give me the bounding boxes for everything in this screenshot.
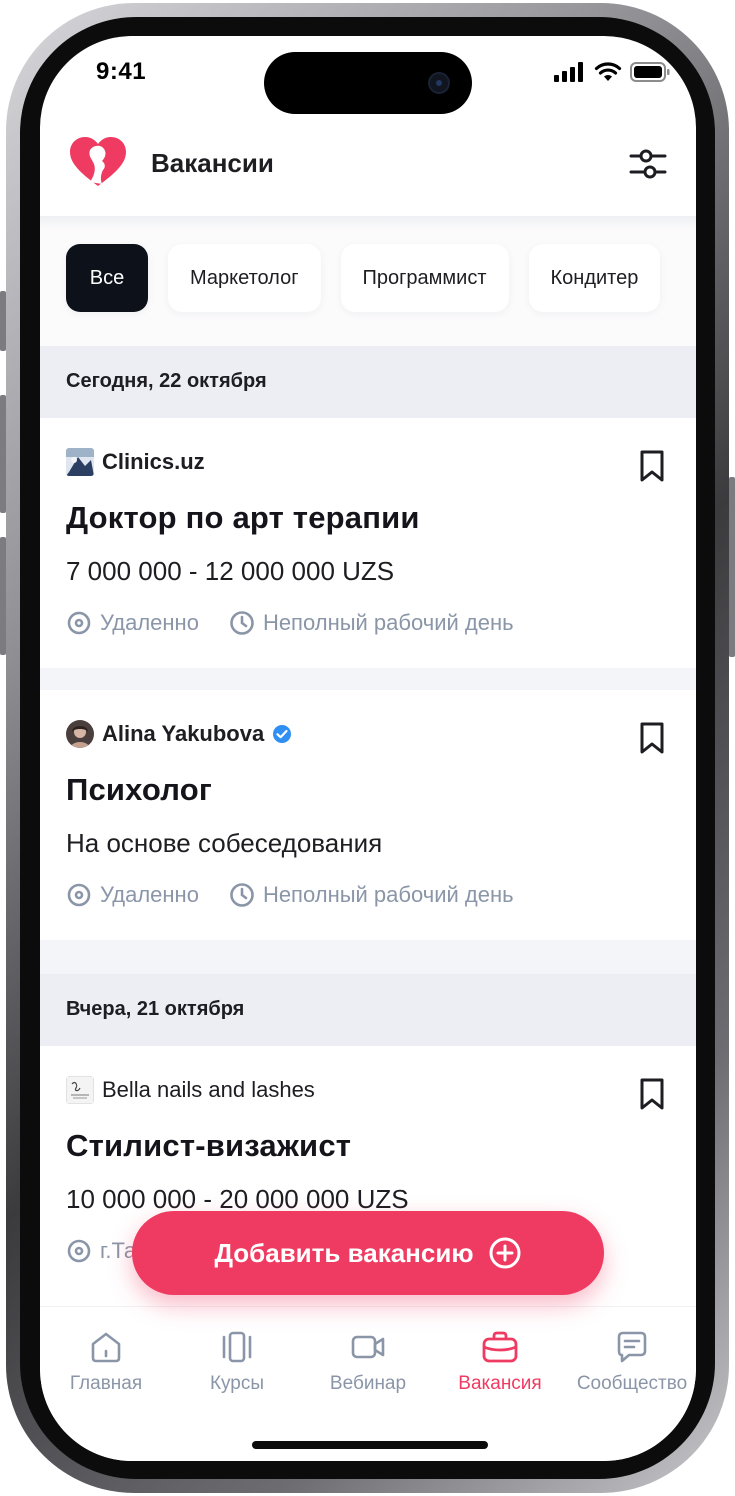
job-tags: г.Та (66, 1238, 136, 1264)
tab-label: Главная (69, 1373, 143, 1394)
company-row: Clinics.uz (66, 448, 205, 476)
company-logo-icon (66, 1076, 94, 1104)
schedule-label: Неполный рабочий день (262, 882, 514, 907)
brand-logo-icon (70, 137, 126, 186)
dynamic-island (264, 52, 472, 114)
location-icon (67, 1239, 91, 1263)
job-tags: Удаленно Неполный рабочий день (66, 882, 514, 908)
action-button (0, 291, 6, 351)
tab-courses[interactable]: Курсы (171, 1329, 303, 1395)
tab-community[interactable]: Сообщество (566, 1329, 696, 1395)
wifi-icon (594, 62, 622, 81)
add-vacancy-button[interactable]: Добавить вакансию (132, 1211, 604, 1295)
category-filter-bar: Все Маркетолог Программист Кондитер (40, 216, 696, 346)
verified-badge-icon (273, 725, 292, 743)
signal-icon (554, 62, 583, 82)
clock-icon (230, 883, 254, 907)
schedule-tag: Неполный рабочий день (229, 610, 514, 636)
screen: 9:41 Вакансии Все Маркетолог Программист… (40, 36, 696, 1461)
chip-confectioner[interactable]: Кондитер (528, 244, 661, 312)
add-vacancy-label: Добавить вакансию (214, 1237, 474, 1268)
power-button (729, 477, 735, 657)
volume-up-button (0, 395, 6, 513)
section-header-today: Сегодня, 22 октября (40, 346, 696, 418)
company-row: Bella nails and lashes (66, 1076, 315, 1104)
location-tag: г.Та (66, 1238, 136, 1264)
job-title: Стилист-визажист (66, 1128, 352, 1163)
company-logo-icon (66, 448, 94, 476)
tab-label: Курсы (209, 1373, 265, 1394)
tab-vacancy[interactable]: Вакансия (434, 1329, 566, 1395)
video-icon (351, 1335, 385, 1359)
chip-marketer[interactable]: Маркетолог (168, 244, 321, 312)
bookmark-icon[interactable] (636, 448, 668, 484)
avatar (66, 720, 94, 748)
header-shadow (40, 216, 696, 230)
job-card[interactable]: Alina Yakubova Психолог На основе собесе… (40, 690, 696, 940)
volume-down-button (0, 537, 6, 655)
location-label: Удаленно (100, 882, 199, 907)
card-divider (40, 668, 696, 690)
location-label: Удаленно (100, 610, 199, 635)
bookmark-icon[interactable] (636, 720, 668, 756)
section-date: Вчера, 21 октября (66, 998, 245, 1020)
job-title: Доктор по арт терапии (66, 500, 420, 535)
courses-icon (222, 1331, 252, 1363)
status-bar: 9:41 (40, 36, 696, 116)
schedule-tag: Неполный рабочий день (229, 882, 514, 908)
company-name: Clinics.uz (102, 449, 205, 474)
tab-home[interactable]: Главная (40, 1329, 172, 1395)
tab-label: Вебинар (329, 1373, 407, 1394)
company-name: Alina Yakubova (102, 721, 265, 746)
location-tag: Удаленно (66, 882, 199, 908)
camera-icon (428, 72, 450, 94)
job-tags: Удаленно Неполный рабочий день (66, 610, 514, 636)
section-date: Сегодня, 22 октября (66, 370, 267, 392)
tab-webinar[interactable]: Вебинар (302, 1329, 434, 1395)
job-card[interactable]: Clinics.uz Доктор по арт терапии 7 000 0… (40, 418, 696, 668)
job-salary: На основе собеседования (66, 828, 383, 858)
chat-icon (617, 1331, 647, 1363)
tab-label: Сообщество (576, 1373, 688, 1394)
bookmark-icon[interactable] (636, 1076, 668, 1112)
clock-icon (230, 611, 254, 635)
briefcase-icon (482, 1331, 518, 1363)
company-name: Bella nails and lashes (102, 1077, 315, 1102)
page-title: Вакансии (151, 148, 274, 178)
location-icon (67, 611, 91, 635)
filter-settings-icon[interactable] (628, 144, 668, 184)
section-header-yesterday: Вчера, 21 октября (40, 974, 696, 1046)
location-icon (67, 883, 91, 907)
card-divider (40, 940, 696, 974)
tab-label: Вакансия (458, 1373, 542, 1394)
status-time: 9:41 (96, 58, 147, 85)
company-row: Alina Yakubova (66, 720, 292, 748)
app-header: Вакансии (40, 126, 696, 216)
location-tag: Удаленно (66, 610, 199, 636)
home-icon (91, 1332, 121, 1363)
battery-icon (630, 62, 670, 82)
status-icons (554, 62, 670, 82)
schedule-label: Неполный рабочий день (262, 610, 514, 635)
plus-circle-icon (489, 1237, 521, 1269)
chip-programmer[interactable]: Программист (340, 244, 509, 312)
home-indicator[interactable] (252, 1441, 488, 1449)
chip-all[interactable]: Все (66, 244, 148, 312)
job-salary: 7 000 000 - 12 000 000 UZS (66, 556, 395, 586)
job-title: Психолог (66, 772, 212, 807)
location-label: г.Та (100, 1238, 137, 1263)
bottom-tab-bar: Главная Курсы Вебинар Вакансия Сообществ… (40, 1306, 696, 1461)
